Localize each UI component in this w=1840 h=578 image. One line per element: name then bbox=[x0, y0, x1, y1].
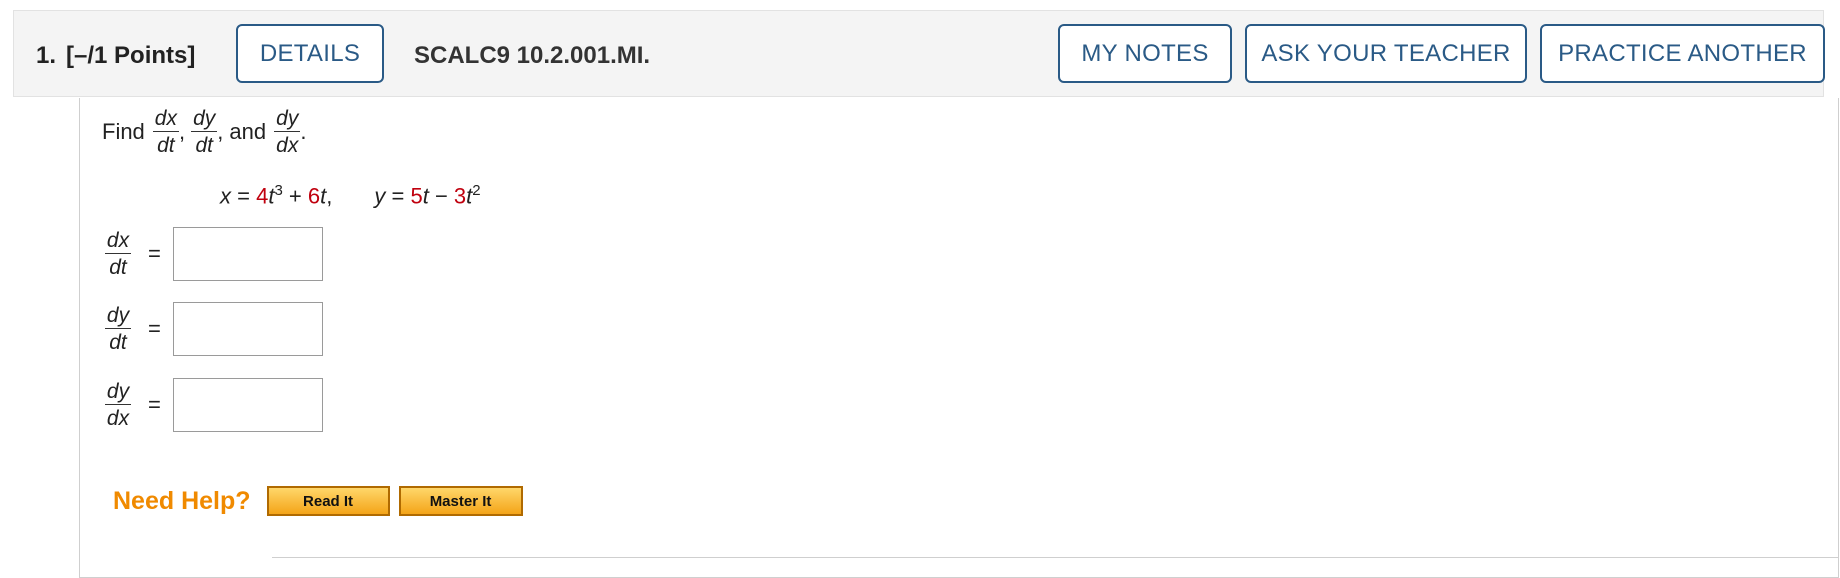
need-help-label: Need Help? bbox=[113, 486, 251, 515]
read-it-button[interactable]: Read It bbox=[266, 486, 390, 516]
parametric-equations: x = 4t3 + 6t, y = 5t − 3t2 bbox=[220, 182, 481, 209]
question-number: 1. bbox=[36, 42, 57, 69]
fraction-dy-dt: dy dt bbox=[191, 107, 218, 157]
answer-fraction: dx dt bbox=[104, 229, 132, 279]
question-points: 1. [–/1 Points] bbox=[36, 42, 195, 70]
points-label: [–/1 Points] bbox=[66, 42, 196, 69]
dy-dx-answer-input[interactable] bbox=[172, 378, 323, 432]
master-it-button[interactable]: Master It bbox=[398, 486, 523, 516]
question-header: 1. [–/1 Points] DETAILS SCALC9 10.2.001.M… bbox=[13, 10, 1825, 97]
ask-your-teacher-button[interactable]: ASK YOUR TEACHER bbox=[1245, 24, 1527, 83]
answer-row-dy-dt: dy dt = bbox=[102, 302, 323, 356]
problem-statement: Find dx dt , dy dt , and dy dx . bbox=[102, 107, 307, 157]
details-button[interactable]: DETAILS bbox=[236, 24, 384, 83]
and-word: and bbox=[229, 119, 267, 144]
practice-another-button[interactable]: PRACTICE ANOTHER bbox=[1540, 24, 1825, 83]
need-help-section: Need Help? Read It Master It bbox=[113, 486, 532, 516]
find-word: Find bbox=[102, 119, 145, 144]
answer-fraction: dy dt bbox=[104, 304, 132, 354]
dy-dt-answer-input[interactable] bbox=[172, 302, 323, 356]
divider bbox=[272, 557, 1839, 558]
dx-dt-answer-input[interactable] bbox=[172, 227, 323, 281]
answer-row-dy-dx: dy dx = bbox=[102, 378, 323, 432]
fraction-dy-dx: dy dx bbox=[274, 107, 301, 157]
answer-fraction: dy dx bbox=[104, 380, 132, 430]
fraction-dx-dt: dx dt bbox=[152, 107, 179, 157]
my-notes-button[interactable]: MY NOTES bbox=[1058, 24, 1232, 83]
question-id: SCALC9 10.2.001.MI. bbox=[414, 42, 651, 69]
answer-row-dx-dt: dx dt = bbox=[102, 227, 323, 281]
